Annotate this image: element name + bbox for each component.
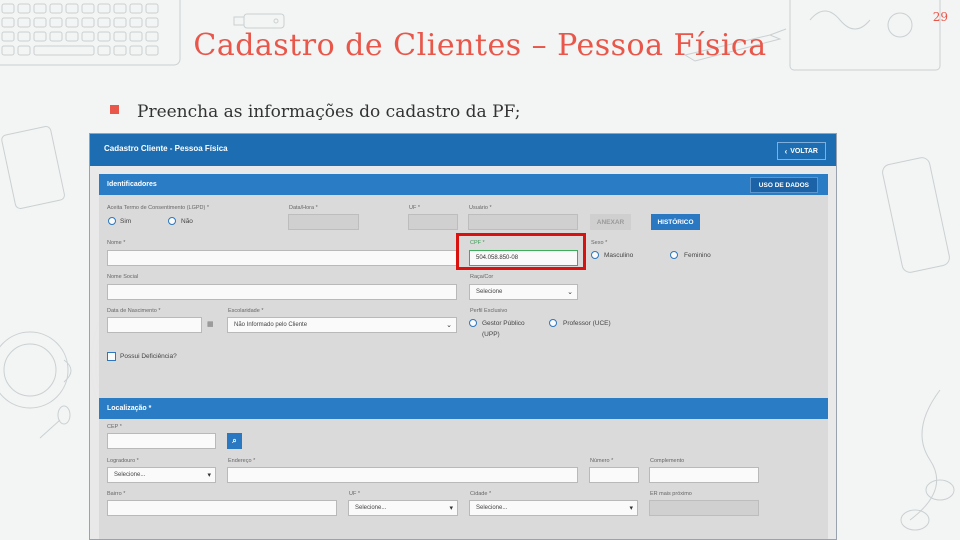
logradouro-select-value: Selecione... bbox=[114, 472, 146, 478]
back-button-label: VOLTAR bbox=[790, 147, 818, 155]
section-identificadores-header: Identificadores USO DE DADOS bbox=[99, 174, 828, 195]
cpf-highlight-box bbox=[456, 233, 586, 270]
search-icon: ⌕ bbox=[232, 436, 237, 445]
bullet-marker bbox=[110, 104, 119, 114]
nascimento-label: Data de Nascimento * bbox=[107, 308, 161, 314]
chevron-down-icon: ⌄ bbox=[567, 289, 573, 296]
section-title: Localização * bbox=[107, 405, 152, 412]
cep-label: CEP * bbox=[107, 424, 122, 430]
app-header-title: Cadastro Cliente - Pessoa Física bbox=[104, 144, 228, 153]
app-header: Cadastro Cliente - Pessoa Física ‹ VOLTA… bbox=[90, 134, 836, 166]
uf-localizacao-select[interactable]: Selecione... ▾ bbox=[348, 500, 458, 516]
deficiencia-checkbox[interactable] bbox=[107, 352, 116, 361]
historico-button[interactable]: HISTÓRICO bbox=[651, 214, 700, 230]
endereco-label: Endereço * bbox=[228, 458, 256, 464]
bullet-text: Preencha as informações do cadastro da P… bbox=[137, 102, 521, 122]
perfil-professor-radio[interactable] bbox=[549, 319, 557, 327]
logradouro-label: Logradouro * bbox=[107, 458, 139, 464]
app-screenshot: Cadastro Cliente - Pessoa Física ‹ VOLTA… bbox=[89, 133, 837, 540]
bairro-label: Bairro * bbox=[107, 491, 126, 497]
numero-label: Número * bbox=[590, 458, 614, 464]
datahora-label: Data/Hora * bbox=[289, 205, 318, 211]
phone-doodle bbox=[882, 157, 950, 273]
cep-search-button[interactable]: ⌕ bbox=[227, 433, 242, 449]
numero-field[interactable] bbox=[589, 467, 639, 483]
perfil-label: Perfil Exclusivo bbox=[470, 308, 508, 314]
endereco-field[interactable] bbox=[227, 467, 578, 483]
cep-field[interactable] bbox=[107, 433, 216, 449]
nome-social-field[interactable] bbox=[107, 284, 457, 300]
escolaridade-select[interactable]: Não Informado pelo Cliente ⌄ bbox=[227, 317, 457, 333]
er-field bbox=[649, 500, 759, 516]
uf-field bbox=[408, 214, 458, 230]
consent-no-label: Não bbox=[181, 218, 193, 225]
consent-yes-radio[interactable] bbox=[108, 217, 116, 225]
sexo-feminino-label: Feminino bbox=[684, 252, 711, 259]
perfil-gestor-radio[interactable] bbox=[469, 319, 477, 327]
usuario-label: Usuário * bbox=[469, 205, 492, 211]
bairro-field[interactable] bbox=[107, 500, 337, 516]
uf-label: UF * bbox=[409, 205, 420, 211]
perfil-gestor-label: Gestor Público bbox=[482, 320, 525, 327]
consent-no-radio[interactable] bbox=[168, 217, 176, 225]
consent-label: Aceita Termo de Consentimento (LGPD) * bbox=[107, 205, 209, 211]
chevron-down-icon: ▾ bbox=[449, 505, 453, 512]
anexar-button[interactable]: ANEXAR bbox=[590, 214, 631, 230]
cidade-label: Cidade * bbox=[470, 491, 492, 497]
section-title: Identificadores bbox=[107, 181, 157, 188]
consent-yes-label: Sim bbox=[120, 218, 132, 225]
page-number: 29 bbox=[932, 10, 948, 24]
uf-localizacao-label: UF * bbox=[349, 491, 360, 497]
perfil-gestor-sublabel: (UPP) bbox=[482, 331, 500, 338]
complemento-field[interactable] bbox=[649, 467, 759, 483]
form-panel: Identificadores USO DE DADOS Aceita Term… bbox=[99, 174, 828, 539]
cidade-select[interactable]: Selecione... ▾ bbox=[469, 500, 638, 516]
usuario-field bbox=[468, 214, 578, 230]
chevron-down-icon: ▾ bbox=[207, 472, 211, 479]
perfil-professor-label: Professor (UCE) bbox=[563, 320, 611, 327]
complemento-label: Complemento bbox=[650, 458, 685, 464]
nome-field[interactable] bbox=[107, 250, 457, 266]
er-label: ER mais próximo bbox=[650, 491, 692, 497]
logradouro-select[interactable]: Selecione... ▾ bbox=[107, 467, 216, 483]
chevron-left-icon: ‹ bbox=[784, 146, 788, 156]
uso-de-dados-button[interactable]: USO DE DADOS bbox=[749, 177, 818, 193]
nome-social-label: Nome Social bbox=[107, 274, 139, 280]
headphones-doodle bbox=[900, 389, 955, 531]
section-localizacao-header: Localização * bbox=[99, 398, 828, 419]
chevron-down-icon: ▾ bbox=[629, 505, 633, 512]
bullet-item: Preencha as informações do cadastro da P… bbox=[110, 102, 520, 122]
slide-title: Cadastro de Clientes – Pessoa Física bbox=[193, 28, 767, 63]
sexo-masculino-radio[interactable] bbox=[591, 251, 599, 259]
sexo-label: Sexo * bbox=[591, 240, 608, 246]
raca-label: Raça/Cor bbox=[470, 274, 494, 280]
back-button[interactable]: ‹ VOLTAR bbox=[776, 142, 826, 160]
datahora-field bbox=[288, 214, 359, 230]
calendar-icon[interactable]: ▦ bbox=[207, 320, 214, 328]
chevron-down-icon: ⌄ bbox=[446, 322, 452, 329]
uf-localizacao-select-value: Selecione... bbox=[355, 505, 387, 511]
nome-label: Nome * bbox=[107, 240, 126, 246]
escolaridade-label: Escolaridade * bbox=[228, 308, 264, 314]
cidade-select-value: Selecione... bbox=[476, 505, 508, 511]
tablet-doodle bbox=[1, 126, 65, 209]
raca-select[interactable]: Selecione ⌄ bbox=[469, 284, 578, 300]
sexo-feminino-radio[interactable] bbox=[670, 251, 678, 259]
sexo-masculino-label: Masculino bbox=[604, 252, 634, 259]
nascimento-field[interactable] bbox=[107, 317, 202, 333]
escolaridade-select-value: Não Informado pelo Cliente bbox=[234, 322, 308, 328]
raca-select-value: Selecione bbox=[476, 289, 503, 295]
deficiencia-label: Possui Deficiência? bbox=[120, 353, 177, 360]
coffee-cup-doodle bbox=[0, 331, 72, 439]
